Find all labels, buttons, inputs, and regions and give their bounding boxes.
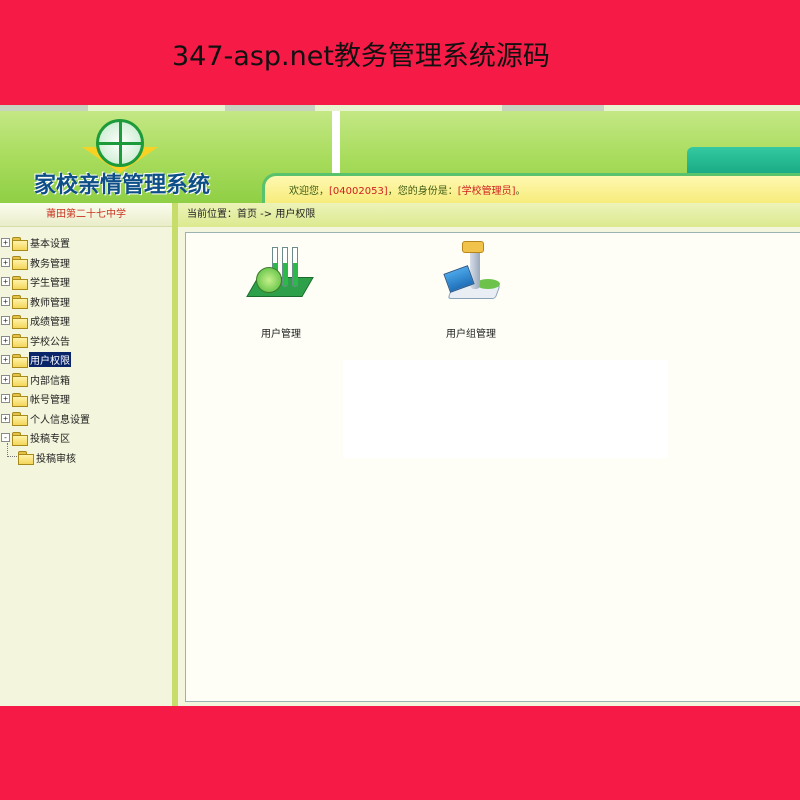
folder-icon: [12, 236, 28, 251]
globe-icon: [96, 119, 144, 167]
tree-node-label[interactable]: 基本设置: [29, 235, 71, 250]
expand-icon[interactable]: +: [1, 355, 10, 365]
flask-icon[interactable]: [246, 239, 316, 313]
tree-node-label[interactable]: 投稿专区: [29, 430, 71, 445]
tree-node-label[interactable]: 学校公告: [29, 333, 71, 348]
header-top-strip: [0, 105, 800, 111]
tree-node-user-permissions[interactable]: + 用户权限: [0, 350, 172, 370]
expand-icon[interactable]: +: [1, 335, 10, 345]
top-banner: 347-asp.net教务管理系统源码: [0, 0, 800, 105]
app-logo: 家校亲情管理系统: [30, 115, 215, 198]
tree-node-label[interactable]: 教师管理: [29, 294, 71, 309]
header: 家校亲情管理系统 欢迎您，[04002053]，您的身份是：[学校管理员]。: [0, 105, 800, 203]
welcome-mid: ，您的身份是：: [387, 186, 458, 197]
sidebar: 莆田第二十七中学 + 基本设置 + 教务管理 + 学生管理 + 教师管理 + 成绩管理 +…: [0, 203, 172, 706]
user-id: [04002053]: [329, 186, 388, 197]
microscope-icon[interactable]: [436, 239, 506, 313]
school-name: 莆田第二十七中学: [0, 203, 172, 227]
user-role: [学校管理员]: [457, 186, 516, 197]
tree-node-label[interactable]: 投稿审核: [35, 450, 77, 465]
tree-node-label[interactable]: 帐号管理: [29, 391, 71, 406]
tree-node-label[interactable]: 教务管理: [29, 255, 71, 270]
folder-icon: [12, 412, 28, 427]
collapse-icon[interactable]: -: [1, 433, 10, 443]
tree-node-label[interactable]: 用户权限: [29, 352, 71, 368]
tree-node-label[interactable]: 个人信息设置: [29, 411, 91, 426]
welcome-prefix: 欢迎您，: [289, 186, 329, 197]
expand-icon[interactable]: +: [1, 238, 10, 248]
header-divider: [332, 111, 340, 181]
tree-node-label[interactable]: 内部信箱: [29, 372, 71, 387]
folder-icon: [12, 314, 28, 329]
bottom-banner: [0, 706, 800, 800]
folder-icon: [12, 275, 28, 290]
tree-connector: [7, 442, 17, 457]
main-panel: 当前位置：首页 -> 用户权限 用户管理 用户组管理: [178, 203, 800, 706]
nav-tree: + 基本设置 + 教务管理 + 学生管理 + 教师管理 + 成绩管理 + 学校公告 + 用户权…: [0, 233, 172, 467]
welcome-bar: 欢迎您，[04002053]，您的身份是：[学校管理员]。: [262, 173, 800, 203]
blank-panel: [343, 360, 668, 458]
folder-icon: [12, 256, 28, 271]
folder-icon: [12, 392, 28, 407]
tree-node-students[interactable]: + 学生管理: [0, 272, 172, 292]
tree-node-submissions[interactable]: - 投稿专区: [0, 428, 172, 448]
tree-node-announcements[interactable]: + 学校公告: [0, 331, 172, 351]
tree-node-profile-settings[interactable]: + 个人信息设置: [0, 409, 172, 429]
folder-icon: [18, 451, 34, 466]
tree-node-academic[interactable]: + 教务管理: [0, 253, 172, 273]
expand-icon[interactable]: +: [1, 257, 10, 267]
tree-node-grades[interactable]: + 成绩管理: [0, 311, 172, 331]
tile-label[interactable]: 用户组管理: [416, 325, 526, 340]
tile-user-management[interactable]: 用户管理: [226, 239, 336, 340]
expand-icon[interactable]: +: [1, 413, 10, 423]
expand-icon[interactable]: +: [1, 316, 10, 326]
app-window: 家校亲情管理系统 欢迎您，[04002053]，您的身份是：[学校管理员]。 莆…: [0, 105, 800, 706]
tree-node-accounts[interactable]: + 帐号管理: [0, 389, 172, 409]
folder-icon: [12, 334, 28, 349]
breadcrumb: 当前位置：首页 -> 用户权限: [178, 203, 800, 227]
banner-title: 347-asp.net教务管理系统源码: [172, 41, 550, 72]
welcome-suffix: 。: [515, 186, 526, 197]
expand-icon[interactable]: +: [1, 394, 10, 404]
folder-open-icon: [12, 353, 28, 368]
tree-node-label[interactable]: 学生管理: [29, 274, 71, 289]
content-area: 用户管理 用户组管理: [185, 232, 800, 702]
tree-node-label[interactable]: 成绩管理: [29, 313, 71, 328]
tree-node-basic-settings[interactable]: + 基本设置: [0, 233, 172, 253]
tree-node-submission-review[interactable]: 投稿审核: [0, 442, 172, 468]
folder-icon: [12, 373, 28, 388]
tree-node-teachers[interactable]: + 教师管理: [0, 292, 172, 312]
expand-icon[interactable]: +: [1, 277, 10, 287]
tile-user-group-management[interactable]: 用户组管理: [416, 239, 526, 340]
expand-icon[interactable]: +: [1, 296, 10, 306]
folder-icon: [12, 295, 28, 310]
tree-node-mailbox[interactable]: + 内部信箱: [0, 370, 172, 390]
tile-label[interactable]: 用户管理: [226, 325, 336, 340]
expand-icon[interactable]: +: [1, 374, 10, 384]
welcome-text: 欢迎您，[04002053]，您的身份是：[学校管理员]。: [289, 182, 526, 197]
logo-text: 家校亲情管理系统: [34, 172, 211, 198]
